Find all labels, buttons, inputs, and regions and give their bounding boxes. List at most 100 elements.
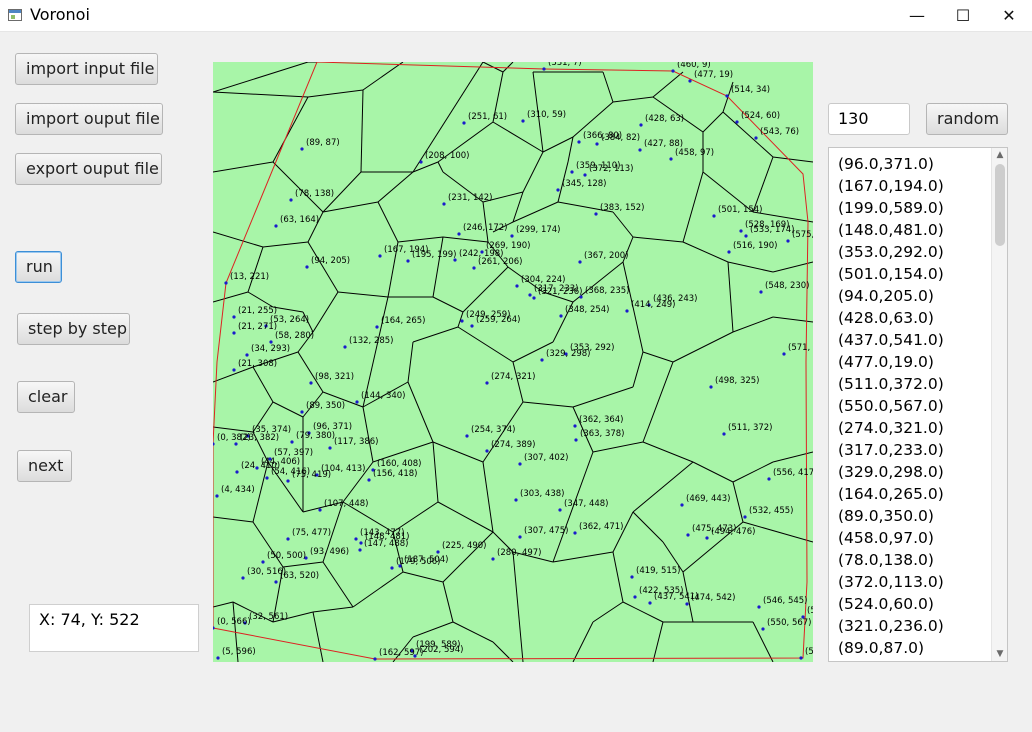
points-list-item[interactable]: (329.0,298.0) xyxy=(829,461,991,483)
voronoi-edge xyxy=(612,96,654,103)
voronoi-diagram[interactable]: (331, 7) (460, 9)(477, 19) (514, 34) (524, … xyxy=(213,62,813,662)
maximize-button[interactable]: ☐ xyxy=(940,0,986,31)
voronoi-edge xyxy=(652,71,684,98)
site-label: (156, 418) xyxy=(373,469,417,479)
points-list-item[interactable]: (428.0,63.0) xyxy=(829,307,991,329)
site-point xyxy=(727,250,731,254)
site-label: (331, 7) xyxy=(548,62,582,68)
points-list-item[interactable]: (321.0,236.0) xyxy=(829,615,991,637)
points-list-item[interactable]: (477.0,19.0) xyxy=(829,351,991,373)
site-point xyxy=(540,358,544,362)
scroll-down-icon[interactable]: ▼ xyxy=(992,647,1007,661)
app-icon xyxy=(8,9,22,21)
site-label: (4, 434) xyxy=(221,485,255,495)
site-label: (13, 221) xyxy=(230,272,269,282)
points-list-item[interactable]: (164.0,265.0) xyxy=(829,483,991,505)
site-label: (98, 321) xyxy=(315,372,354,382)
voronoi-edge xyxy=(432,441,484,463)
site-point xyxy=(759,290,763,294)
site-point xyxy=(215,494,219,498)
site-point xyxy=(453,258,457,262)
list-scrollbar[interactable]: ▲ ▼ xyxy=(991,148,1007,661)
points-list-item[interactable]: (550.0,567.0) xyxy=(829,395,991,417)
points-list-item[interactable]: (167.0,194.0) xyxy=(829,175,991,197)
site-point xyxy=(725,94,729,98)
voronoi-edge xyxy=(642,361,674,443)
points-list-item[interactable]: (94.0,205.0) xyxy=(829,285,991,307)
points-list-item[interactable]: (89.0,87.0) xyxy=(829,637,991,659)
voronoi-edge xyxy=(307,241,339,293)
site-label: (329, 298) xyxy=(546,349,590,359)
points-list-item[interactable]: (148.0,481.0) xyxy=(829,219,991,241)
points-list-item[interactable]: (274.0,321.0) xyxy=(829,417,991,439)
voronoi-edge xyxy=(592,601,624,623)
voronoi-canvas[interactable]: (331, 7) (460, 9) (477, 19) (514, 34) (524, … xyxy=(213,62,813,662)
site-label: (556, 417) xyxy=(773,468,813,478)
voronoi-edge xyxy=(482,201,489,243)
points-list-item[interactable]: (353.0,292.0) xyxy=(829,241,991,263)
voronoi-edge xyxy=(437,501,494,533)
clear-button[interactable]: clear xyxy=(17,381,75,413)
point-count-input[interactable]: 130 xyxy=(828,103,910,135)
voronoi-edge xyxy=(272,161,324,213)
site-label: (571, 292) xyxy=(788,343,813,353)
run-button[interactable]: run xyxy=(15,251,62,283)
points-list-item[interactable]: (511.0,372.0) xyxy=(829,373,991,395)
site-label: (63, 520) xyxy=(280,571,319,581)
site-point xyxy=(318,508,322,512)
site-label: (533, 174) xyxy=(750,225,794,235)
voronoi-edge xyxy=(732,461,774,483)
voronoi-edge xyxy=(457,326,514,363)
site-point xyxy=(354,537,358,541)
points-list[interactable]: (96.0,371.0) (167.0,194.0) (199.0,589.0) (1… xyxy=(828,147,1008,662)
site-label: (93, 496) xyxy=(310,547,349,557)
points-list-item[interactable]: (437.0,541.0) xyxy=(829,329,991,351)
site-point xyxy=(532,296,536,300)
points-list-item[interactable]: (199.0,589.0) xyxy=(829,197,991,219)
points-list-item[interactable]: (317.0,233.0) xyxy=(829,439,991,461)
next-button[interactable]: next xyxy=(17,450,72,482)
export-output-file-button[interactable]: export ouput file xyxy=(15,153,162,185)
site-point xyxy=(521,119,525,123)
voronoi-edge xyxy=(442,236,489,243)
site-point xyxy=(754,136,758,140)
voronoi-edge xyxy=(462,266,509,313)
voronoi-edge xyxy=(632,511,664,543)
scroll-thumb[interactable] xyxy=(995,164,1005,246)
site-point xyxy=(639,123,643,127)
voronoi-edge xyxy=(407,341,414,383)
site-label: (477, 19) xyxy=(694,70,733,80)
voronoi-edge xyxy=(512,191,524,223)
points-list-item[interactable]: (89.0,350.0) xyxy=(829,505,991,527)
import-output-file-button[interactable]: import ouput file xyxy=(15,103,163,135)
minimize-button[interactable]: — xyxy=(894,0,940,31)
points-list-item[interactable]: (501.0,154.0) xyxy=(829,263,991,285)
site-point xyxy=(232,331,236,335)
site-label: (89, 350) xyxy=(306,401,345,411)
points-list-item[interactable]: (96.0,371.0) xyxy=(829,153,991,175)
points-list-item[interactable]: (524.0,60.0) xyxy=(829,593,991,615)
site-label: (307, 475) xyxy=(524,526,568,536)
scroll-up-icon[interactable]: ▲ xyxy=(992,148,1007,162)
voronoi-edge xyxy=(312,291,339,333)
voronoi-edge xyxy=(442,531,494,583)
site-label: (117, 386) xyxy=(334,437,378,447)
voronoi-edge xyxy=(272,306,304,313)
points-list-items: (96.0,371.0) (167.0,194.0) (199.0,589.0) (1… xyxy=(829,153,991,659)
site-label: (362, 471) xyxy=(579,522,623,532)
points-list-item[interactable]: (78.0,138.0) xyxy=(829,549,991,571)
close-button[interactable]: ✕ xyxy=(986,0,1032,31)
points-list-item[interactable]: (458.0,97.0) xyxy=(829,527,991,549)
import-input-file-button[interactable]: import input file xyxy=(15,53,158,85)
site-point xyxy=(705,536,709,540)
site-point xyxy=(671,69,675,73)
site-point xyxy=(460,319,464,323)
site-point xyxy=(413,654,417,658)
step-by-step-button[interactable]: step by step xyxy=(17,313,130,345)
voronoi-edge xyxy=(482,461,494,533)
site-point xyxy=(355,400,359,404)
random-button[interactable]: random xyxy=(926,103,1008,135)
points-list-item[interactable]: (372.0,113.0) xyxy=(829,571,991,593)
site-point xyxy=(274,580,278,584)
voronoi-edge xyxy=(622,601,664,623)
